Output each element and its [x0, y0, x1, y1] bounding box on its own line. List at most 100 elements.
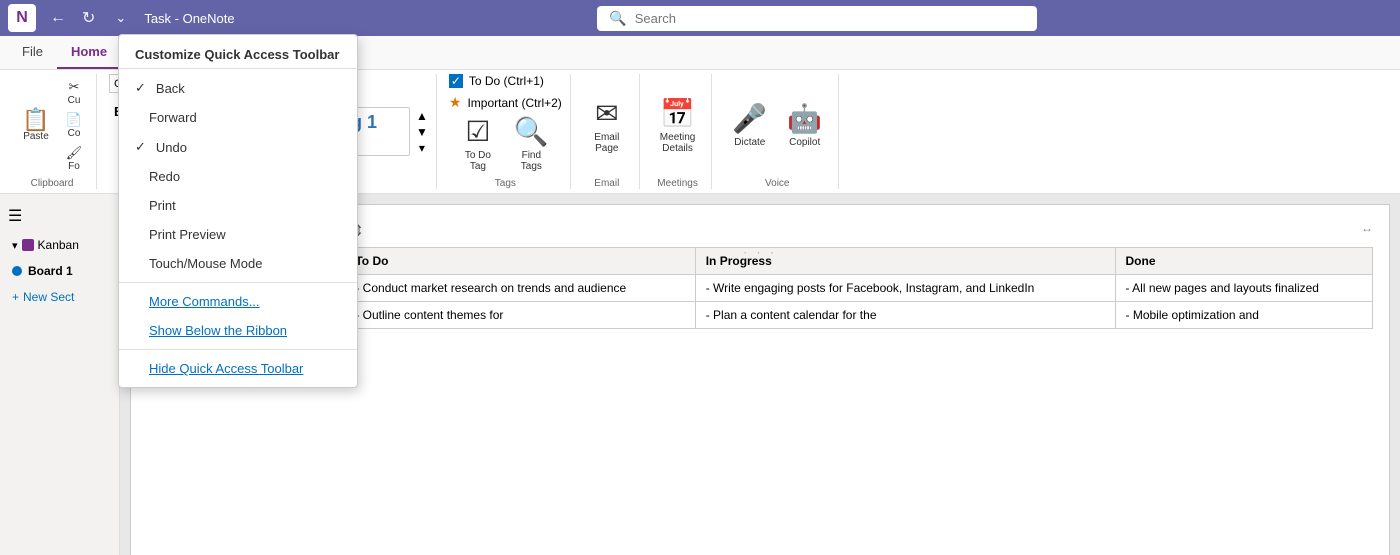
tags-group: ✓ To Do (Ctrl+1) ★ Important (Ctrl+2) ☑ …	[441, 74, 571, 189]
dictate-button[interactable]: 🎤 Dictate	[724, 98, 775, 152]
nav-buttons: ← ↻	[44, 6, 101, 30]
board1-item[interactable]: Board 1	[4, 260, 115, 282]
cell-todo-0[interactable]: - Conduct market research on trends and …	[345, 275, 695, 302]
dropdown-separator-2	[119, 349, 357, 350]
find-tags-icon: 🔍	[514, 115, 549, 148]
meeting-details-button[interactable]: 📅 MeetingDetails	[652, 93, 704, 158]
dropdown-label-undo: Undo	[156, 140, 187, 155]
dropdown-item-print[interactable]: Print	[119, 191, 357, 220]
expand-arrows-icon[interactable]: ↔	[1361, 221, 1373, 235]
email-icon: ✉	[595, 97, 618, 130]
meetings-items: 📅 MeetingDetails	[652, 74, 704, 176]
dropdown-separator-1	[119, 282, 357, 283]
dropdown-item-redo[interactable]: Redo	[119, 162, 357, 191]
dropdown-item-hide-toolbar[interactable]: Hide Quick Access Toolbar	[119, 354, 357, 383]
styles-up-button[interactable]: ▲	[416, 109, 428, 123]
dropdown-title: Customize Quick Access Toolbar	[119, 39, 357, 69]
find-tags-button[interactable]: 🔍 FindTags	[506, 111, 557, 176]
paste-icon: 📋	[22, 109, 49, 131]
paste-label: Paste	[23, 131, 49, 142]
cut-icon: ✂	[69, 79, 80, 95]
important-tag[interactable]: ★ Important (Ctrl+2)	[449, 94, 562, 111]
tab-file[interactable]: File	[8, 36, 57, 69]
cell-done-1[interactable]: - Mobile optimization and	[1115, 302, 1373, 329]
dropdown-item-show-below[interactable]: Show Below the Ribbon	[119, 316, 357, 345]
tags-label: Tags	[495, 178, 516, 189]
todo-tag[interactable]: ✓ To Do (Ctrl+1)	[449, 74, 544, 88]
dropdown-item-more-commands[interactable]: More Commands...	[119, 287, 357, 316]
new-section-label: New Sect	[23, 290, 74, 304]
dictate-icon: 🎤	[732, 102, 767, 135]
format-painter-icon: 🖌	[66, 145, 83, 161]
dropdown-label-print-preview: Print Preview	[149, 227, 226, 242]
clipboard-items: 📋 Paste ✂ Cu 📄 Co 🖌 Fo	[16, 74, 88, 176]
context-dots[interactable]: · · ·	[743, 245, 777, 259]
hamburger-icon[interactable]: ☰	[8, 206, 22, 226]
copy-button[interactable]: 📄 Co	[60, 110, 88, 141]
voice-items: 🎤 Dictate 🤖 Copilot	[724, 74, 830, 176]
styles-down-button[interactable]: ▼	[416, 125, 428, 139]
dropdown-item-forward[interactable]: Forward	[119, 103, 357, 132]
dropdown-label-forward: Forward	[149, 110, 197, 125]
quick-access-dropdown: Customize Quick Access Toolbar Back Forw…	[118, 34, 358, 388]
todo-tag-label: To DoTag	[465, 150, 491, 172]
email-group: ✉ EmailPage Email	[575, 74, 640, 189]
email-items: ✉ EmailPage	[583, 74, 631, 176]
dropdown-label-show-below: Show Below the Ribbon	[149, 323, 287, 338]
meetings-label: Meetings	[657, 178, 698, 189]
new-section-button[interactable]: + New Sect	[4, 286, 115, 308]
cell-done-0[interactable]: - All new pages and layouts finalized	[1115, 275, 1373, 302]
dropdown-label-redo: Redo	[149, 169, 180, 184]
copilot-label: Copilot	[789, 137, 820, 148]
dictate-label: Dictate	[734, 137, 765, 148]
email-page-label: EmailPage	[594, 132, 619, 154]
cell-inprogress-1[interactable]: - Plan a content calendar for the	[695, 302, 1115, 329]
todo-tag-button[interactable]: ☑ To DoTag	[454, 111, 502, 176]
kanban-section: ▾ Kanban	[4, 234, 115, 256]
meetings-group: 📅 MeetingDetails Meetings	[644, 74, 713, 189]
title-bar: N ← ↻ ⌄ Task - OneNote 🔍	[0, 0, 1400, 36]
tags-items: ✓ To Do (Ctrl+1) ★ Important (Ctrl+2)	[449, 74, 562, 111]
search-bar: 🔍	[597, 6, 1037, 31]
format-painter-button[interactable]: 🖌 Fo	[60, 143, 88, 174]
styles-expand-button[interactable]: ▾	[416, 141, 428, 155]
col-done: Done	[1115, 248, 1373, 275]
todo-checkbox: ✓	[449, 74, 463, 88]
voice-label: Voice	[765, 178, 789, 189]
dropdown-item-touch-mode[interactable]: Touch/Mouse Mode	[119, 249, 357, 278]
meeting-icon: 📅	[660, 97, 695, 130]
add-icon: +	[12, 290, 19, 304]
paste-button[interactable]: 📋 Paste	[16, 105, 56, 146]
dropdown-label-hide-toolbar: Hide Quick Access Toolbar	[149, 361, 303, 376]
clipboard-label: Clipboard	[31, 178, 74, 189]
kanban-icon	[22, 239, 34, 251]
dropdown-label-print: Print	[149, 198, 176, 213]
important-label: Important (Ctrl+2)	[467, 96, 561, 110]
dropdown-label-back: Back	[156, 81, 185, 96]
app-title: Task - OneNote	[144, 11, 234, 26]
dropdown-item-back[interactable]: Back	[119, 73, 357, 103]
back-button[interactable]: ←	[44, 7, 72, 29]
quick-access-dropdown-button[interactable]: ⌄	[109, 8, 132, 28]
undo-button[interactable]: ↻	[76, 6, 101, 30]
email-label: Email	[594, 178, 619, 189]
tab-home[interactable]: Home	[57, 36, 121, 69]
sidebar: ☰ ▾ Kanban Board 1 + New Sect	[0, 194, 120, 555]
todo-tag-icon: ☑	[465, 115, 490, 148]
expand-icon[interactable]: ▾	[12, 239, 18, 252]
copilot-button[interactable]: 🤖 Copilot	[779, 98, 830, 152]
dropdown-label-more-commands: More Commands...	[149, 294, 260, 309]
copy-icon: 📄	[66, 112, 82, 128]
cut-button[interactable]: ✂ Cu	[60, 77, 88, 108]
cell-inprogress-0[interactable]: - Write engaging posts for Facebook, Ins…	[695, 275, 1115, 302]
cell-todo-1[interactable]: - Outline content themes for	[345, 302, 695, 329]
onenote-logo: N	[8, 4, 36, 32]
star-icon: ★	[449, 94, 462, 111]
dropdown-item-print-preview[interactable]: Print Preview	[119, 220, 357, 249]
todo-label: To Do (Ctrl+1)	[469, 74, 544, 88]
styles-scroll: ▲ ▼ ▾	[416, 109, 428, 155]
email-page-button[interactable]: ✉ EmailPage	[583, 93, 631, 158]
find-tags-label: FindTags	[521, 150, 542, 172]
search-input[interactable]	[635, 11, 1026, 26]
dropdown-item-undo[interactable]: Undo	[119, 132, 357, 162]
